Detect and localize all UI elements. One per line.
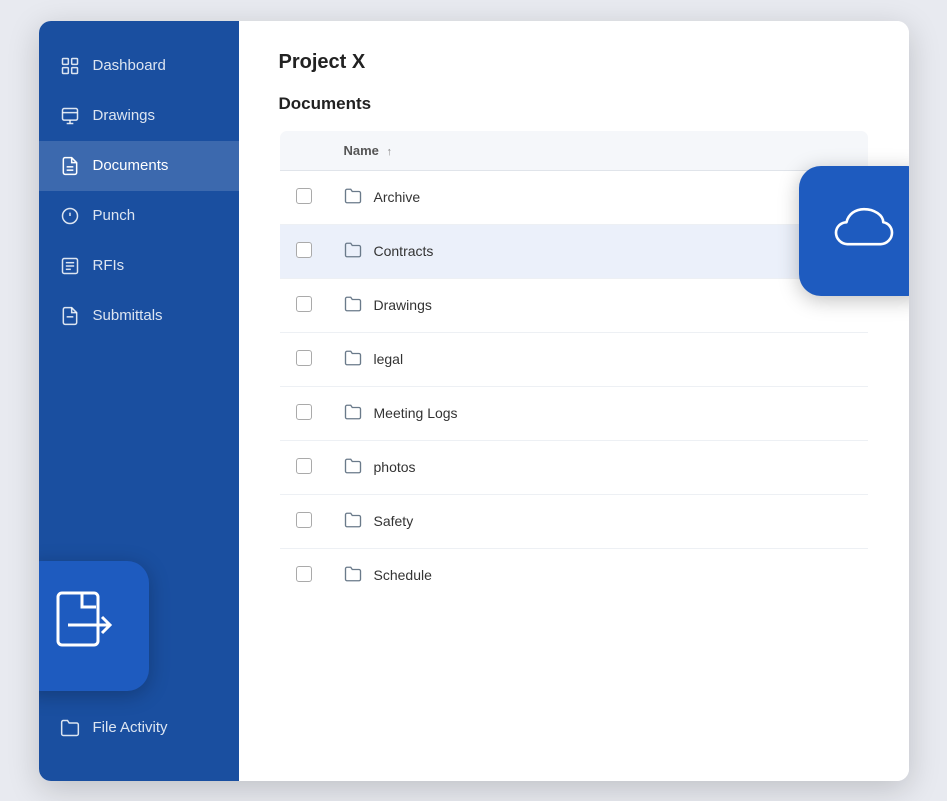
sidebar-item-dashboard[interactable]: Dashboard: [39, 41, 239, 91]
sidebar-item-file-activity[interactable]: File Activity: [39, 703, 239, 753]
file-activity-icon: [59, 717, 81, 739]
folder-name: Archive: [374, 189, 421, 205]
submittals-icon: [59, 305, 81, 327]
folder-icon: [344, 295, 362, 316]
row-name-cell: Archive: [328, 170, 869, 224]
row-checkbox[interactable]: [296, 458, 312, 474]
row-name-cell: Schedule: [328, 548, 869, 602]
row-checkbox-cell: [279, 278, 328, 332]
row-checkbox[interactable]: [296, 188, 312, 204]
floating-file-export-icon: [39, 561, 149, 691]
row-checkbox[interactable]: [296, 350, 312, 366]
folder-icon: [344, 187, 362, 208]
folder-icon: [344, 241, 362, 262]
folder-icon: [344, 565, 362, 586]
row-checkbox[interactable]: [296, 512, 312, 528]
table-row[interactable]: Safety: [279, 494, 868, 548]
sidebar-item-label: Documents: [93, 157, 169, 174]
documents-icon: [59, 155, 81, 177]
folder-icon: [344, 457, 362, 478]
sidebar-item-drawings[interactable]: Drawings: [39, 91, 239, 141]
row-name-cell: legal: [328, 332, 869, 386]
row-name-cell: Meeting Logs: [328, 386, 869, 440]
sort-arrow: ↑: [387, 146, 393, 158]
sidebar-item-label: Drawings: [93, 107, 156, 124]
row-checkbox-cell: [279, 170, 328, 224]
sidebar-item-rfis[interactable]: RFIs: [39, 241, 239, 291]
floating-cloud-icon: [799, 166, 909, 296]
table-row[interactable]: Archive: [279, 170, 868, 224]
row-name-cell: Contracts: [328, 224, 869, 278]
row-name-cell: Drawings: [328, 278, 869, 332]
folder-name: legal: [374, 351, 404, 367]
row-checkbox-cell: [279, 494, 328, 548]
folder-icon: [344, 349, 362, 370]
folder-icon: [344, 403, 362, 424]
table-row[interactable]: Schedule: [279, 548, 868, 602]
sidebar-item-documents[interactable]: Documents: [39, 141, 239, 191]
sidebar-bottom-label: File Activity: [93, 719, 168, 736]
dashboard-icon: [59, 55, 81, 77]
table-row[interactable]: legal: [279, 332, 868, 386]
header-name: Name ↑: [328, 130, 869, 170]
folder-icon: [344, 511, 362, 532]
project-title: Project X: [279, 51, 869, 74]
row-checkbox[interactable]: [296, 566, 312, 582]
table-row[interactable]: photos: [279, 440, 868, 494]
folder-name: Drawings: [374, 297, 432, 313]
sidebar-item-label: Dashboard: [93, 57, 166, 74]
folder-name: photos: [374, 459, 416, 475]
punch-icon: [59, 205, 81, 227]
row-checkbox-cell: [279, 440, 328, 494]
folder-name: Contracts: [374, 243, 434, 259]
table-header: Name ↑: [279, 130, 868, 170]
cloud-svg: [829, 196, 899, 266]
header-checkbox-cell: [279, 130, 328, 170]
rfis-icon: [59, 255, 81, 277]
file-export-svg: [49, 591, 119, 661]
table-row[interactable]: Drawings: [279, 278, 868, 332]
sidebar-item-label: Punch: [93, 207, 136, 224]
row-checkbox-cell: [279, 332, 328, 386]
row-checkbox[interactable]: [296, 404, 312, 420]
main-content: Project X Documents Name ↑ Archive Contra…: [239, 21, 909, 781]
sidebar-item-punch[interactable]: Punch: [39, 191, 239, 241]
sidebar-item-label: RFIs: [93, 257, 125, 274]
documents-table: Name ↑ Archive Contracts Drawings legal Meet…: [279, 130, 869, 603]
folder-name: Meeting Logs: [374, 405, 458, 421]
table-body: Archive Contracts Drawings legal Meeting Log…: [279, 170, 868, 602]
row-name-cell: Safety: [328, 494, 869, 548]
row-checkbox[interactable]: [296, 296, 312, 312]
row-checkbox[interactable]: [296, 242, 312, 258]
row-checkbox-cell: [279, 548, 328, 602]
sidebar-item-submittals[interactable]: Submittals: [39, 291, 239, 341]
app-container: Dashboard Drawings Documents Punch RFIs: [39, 21, 909, 781]
row-name-cell: photos: [328, 440, 869, 494]
row-checkbox-cell: [279, 386, 328, 440]
row-checkbox-cell: [279, 224, 328, 278]
table-row[interactable]: Contracts: [279, 224, 868, 278]
folder-name: Safety: [374, 513, 414, 529]
sidebar-item-label: Submittals: [93, 307, 163, 324]
drawings-icon: [59, 105, 81, 127]
table-row[interactable]: Meeting Logs: [279, 386, 868, 440]
section-title: Documents: [279, 94, 869, 114]
folder-name: Schedule: [374, 567, 432, 583]
